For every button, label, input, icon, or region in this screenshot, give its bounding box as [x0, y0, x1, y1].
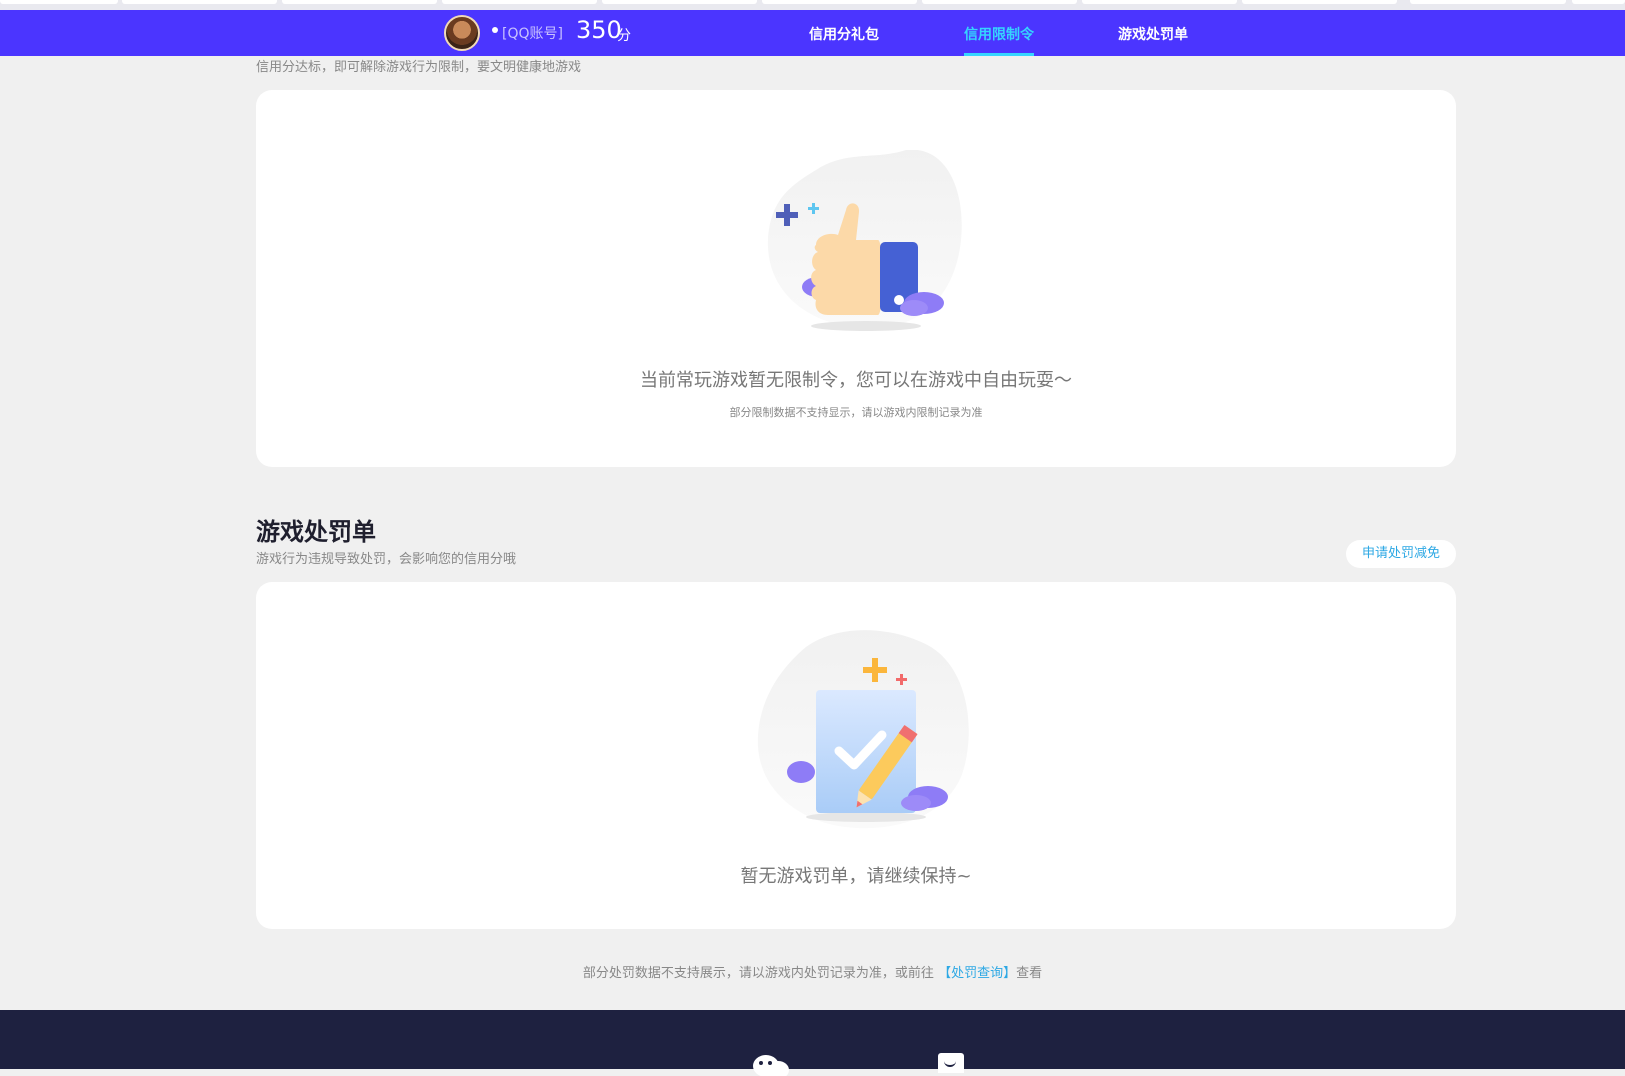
nav-active-indicator — [964, 53, 1034, 56]
penalty-query-link[interactable]: 【处罚查询】 — [938, 966, 1016, 981]
penalty-footer-note: 部分处罚数据不支持展示，请以游戏内处罚记录为准，或前往 【处罚查询】查看 — [0, 962, 1625, 981]
footer-note-suffix: 查看 — [1016, 966, 1043, 981]
restriction-subtitle: 信用分达标，即可解除游戏行为限制，要文明健康地游戏 — [256, 60, 582, 75]
wechat-icon[interactable] — [752, 1052, 792, 1076]
nav-game-penalty[interactable]: 游戏处罚单 — [1118, 24, 1188, 44]
page-footer — [0, 1010, 1625, 1069]
restriction-empty-message: 当前常玩游戏暂无限制令，您可以在游戏中自由玩耍～ — [640, 370, 1072, 391]
restriction-card: 当前常玩游戏暂无限制令，您可以在游戏中自由玩耍～ 部分限制数据不支持显示，请以游… — [256, 90, 1456, 467]
user-avatar[interactable] — [444, 15, 480, 51]
footer-note-prefix: 部分处罚数据不支持展示，请以游戏内处罚记录为准，或前往 — [582, 966, 934, 981]
penalty-section-title: 游戏处罚单 — [256, 518, 376, 546]
penalty-empty-message: 暂无游戏罚单，请继续保持~ — [740, 866, 972, 887]
nav-credit-restriction[interactable]: 信用限制令 — [964, 24, 1034, 44]
thumbs-up-illustration — [767, 150, 962, 331]
credit-score: 350 — [576, 16, 622, 44]
penalty-card: 暂无游戏罚单，请继续保持~ — [256, 582, 1456, 929]
account-label: [QQ账号] — [502, 26, 563, 42]
nav-credit-gift[interactable]: 信用分礼包 — [809, 24, 879, 44]
penalty-subtitle: 游戏行为违规导致处罚，会影响您的信用分哦 — [256, 552, 517, 567]
apply-penalty-reduction-button[interactable]: 申请处罚减免 — [1346, 540, 1456, 568]
restriction-empty-note: 部分限制数据不支持显示，请以游戏内限制记录为准 — [729, 406, 983, 419]
document-check-illustration — [757, 630, 969, 829]
top-nav-bar: [QQ账号] 350 分 信用分礼包 信用限制令 游戏处罚单 — [0, 10, 1625, 56]
status-dot — [492, 27, 498, 33]
browser-top-strip — [0, 0, 1625, 10]
bag-icon[interactable] — [938, 1053, 964, 1073]
credit-score-unit: 分 — [617, 28, 631, 44]
